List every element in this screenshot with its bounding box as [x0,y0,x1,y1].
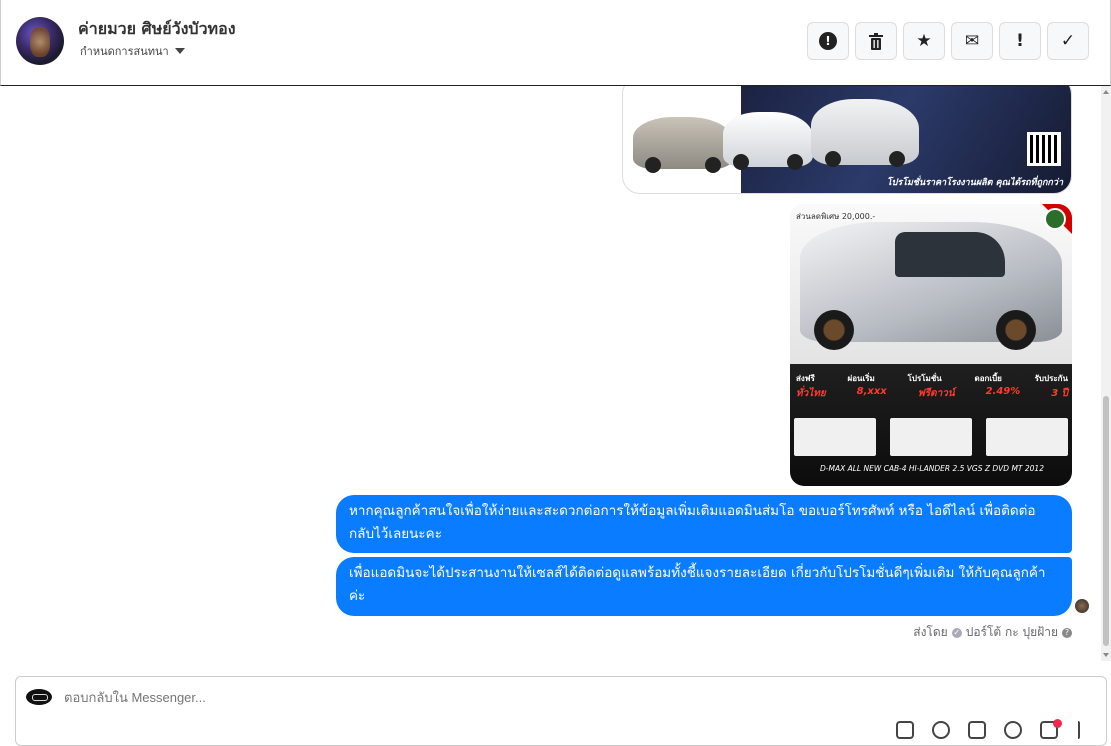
gif-icon[interactable] [1004,721,1022,739]
emoji-icon[interactable] [932,721,950,739]
dealer-logo [1044,208,1066,230]
promo-labels: ส่งฟรี ผ่อนเริ่ม โปรโมชั่น ดอกเบี้ย รับป… [796,374,1068,383]
conversation-header: ค่ายมวย ศิษย์วังบัวทอง กำหนดการสนทนา ! ★… [0,0,1111,86]
mark-done-button[interactable]: ✓ [1047,22,1089,60]
verified-icon: ✓ [951,627,962,638]
promo-values: ทั่วไทย 8,xxx ฟรีดาวน์ 2.49% 3 ปี [796,386,1068,399]
trash-icon [869,32,883,50]
scroll-down-icon[interactable] [1103,653,1109,657]
message-bubble[interactable]: หากคุณลูกค้าสนใจเพื่อให้ง่ายและสะดวกต่อก… [336,495,1072,553]
assign-label: กำหนดการสนทนา [80,45,169,58]
promo-image-cars[interactable]: โปรโมชั่นราคาโรงงานผลิต คุณได้รถที่ถูกกว… [622,86,1072,194]
page-avatar[interactable] [16,17,64,65]
seen-avatar [1075,599,1089,613]
truck-photo: ส่วนลดพิเศษ 20,000.- [790,204,1072,374]
alert-circle-icon: ! [819,32,837,50]
attachment-icon[interactable] [896,721,914,739]
check-icon: ✓ [1060,31,1076,51]
car-image [633,117,733,173]
mark-unread-button[interactable]: ✉ [951,22,993,60]
thread-scrollbar[interactable] [1101,86,1111,661]
notification-dot [1053,719,1062,728]
truck-thumbnails [794,418,1068,456]
follow-up-button[interactable]: ! [999,22,1041,60]
sender-avatar [26,689,52,705]
reply-composer [15,676,1107,746]
assign-conversation-dropdown[interactable]: กำหนดการสนทนา [80,42,185,60]
promo-image-truck[interactable]: ส่วนลดพิเศษ 20,000.- ส่งฟรี ผ่อนเริ่ม โป… [790,204,1072,486]
star-button[interactable]: ★ [903,22,945,60]
car-image [723,112,813,170]
qr-code-image [1027,132,1061,166]
sent-by-name[interactable]: ปอร์โต้ กะ ปุยฝ้าย [966,623,1058,642]
message-thread: โปรโมชั่นราคาโรงงานผลิต คุณได้รถที่ถูกกว… [0,86,1111,661]
price-tag: ส่วนลดพิเศษ 20,000.- [796,212,876,221]
car-image [811,99,919,167]
promo-caption: โปรโมชั่นราคาโรงงานผลิต คุณได้รถที่ถูกกว… [886,178,1063,188]
sent-by-info: ส่งโดย ✓ ปอร์โต้ กะ ปุยฝ้าย ? [913,623,1072,642]
image-icon[interactable] [968,721,986,739]
message-bubble[interactable]: เพื่อแอดมินจะได้ประสานงานให้เซลส์ได้ติดต… [336,557,1072,616]
scroll-thumb[interactable] [1103,396,1109,646]
mark-spam-button[interactable]: ! [807,22,849,60]
caret-down-icon [174,48,185,54]
promo-details: ส่งฟรี ผ่อนเริ่ม โปรโมชั่น ดอกเบี้ย รับป… [790,364,1072,486]
delete-button[interactable] [855,22,897,60]
envelope-icon: ✉ [964,31,980,51]
exclamation-icon: ! [1016,31,1024,51]
help-icon[interactable]: ? [1062,627,1072,638]
scroll-up-icon[interactable] [1103,90,1109,94]
more-icon[interactable] [1076,721,1080,739]
model-name: D-MAX ALL NEW CAB-4 HI-LANDER 2.5 VGS Z … [820,464,1044,473]
truck-body [800,222,1062,350]
sent-by-prefix: ส่งโดย [913,625,948,639]
star-icon: ★ [916,31,932,51]
reply-input[interactable] [64,690,964,705]
page-name[interactable]: ค่ายมวย ศิษย์วังบัวทอง [78,17,236,42]
